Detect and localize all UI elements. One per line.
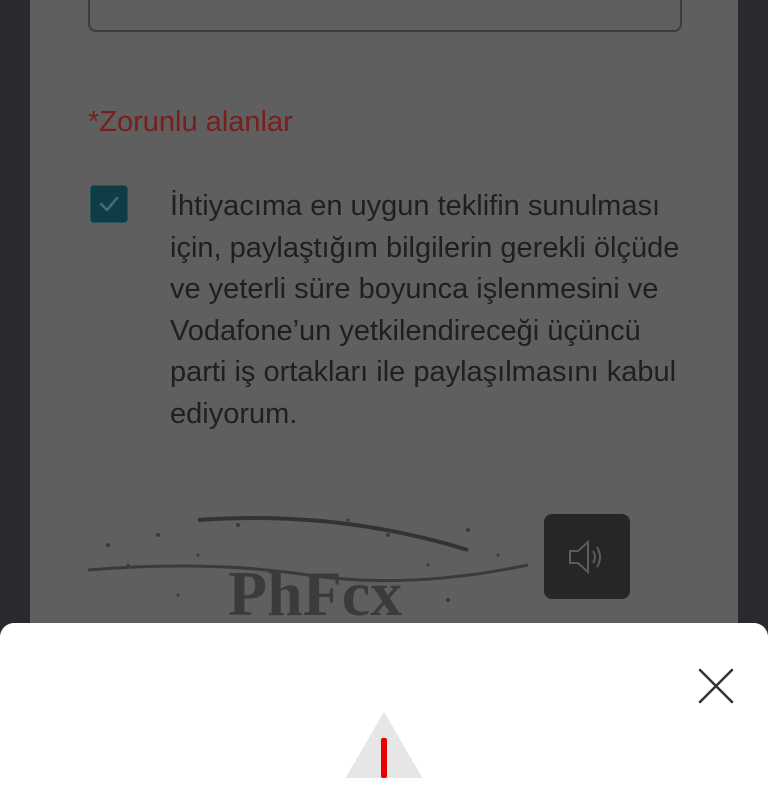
captcha-text: PhFcx xyxy=(228,558,402,625)
consent-checkbox[interactable] xyxy=(90,185,128,223)
close-button[interactable] xyxy=(694,664,738,708)
check-icon xyxy=(99,196,119,212)
close-icon xyxy=(698,668,734,704)
required-fields-note: *Zorunlu alanlar xyxy=(88,106,293,138)
speaker-icon xyxy=(569,539,601,575)
audio-captcha-button[interactable] xyxy=(544,514,630,599)
text-input[interactable] xyxy=(88,0,682,32)
captcha-image: PhFcx xyxy=(88,516,528,625)
consent-text: İhtiyacıma en uygun teklifin sunulması i… xyxy=(170,190,680,430)
